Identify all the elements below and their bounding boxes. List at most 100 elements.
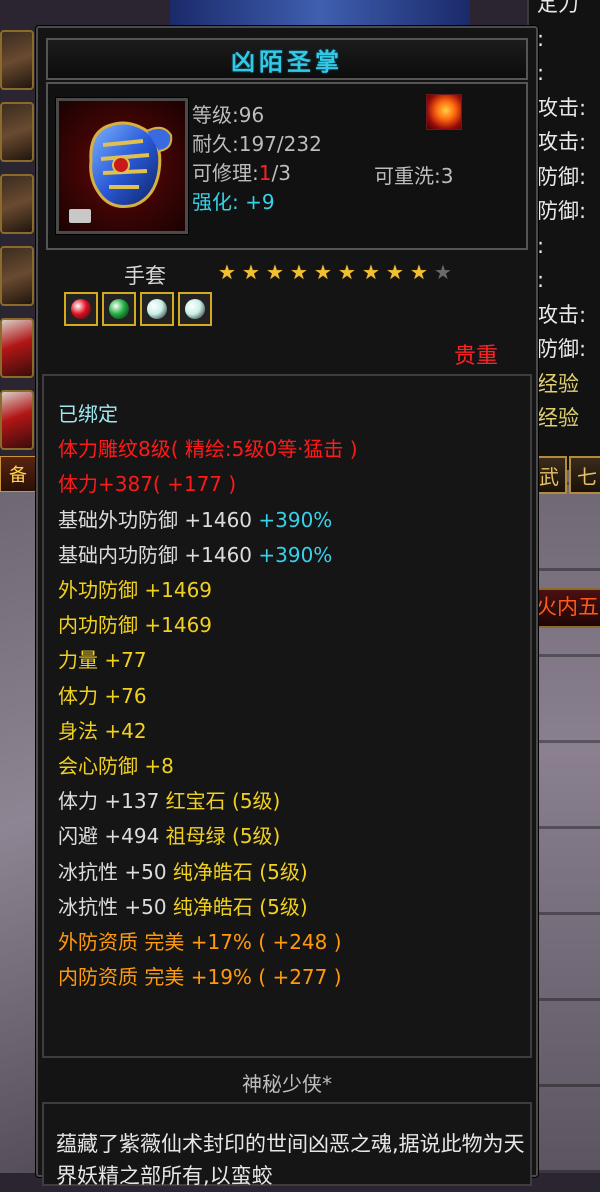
stat-text: 体力+387( +177 ) xyxy=(58,472,237,497)
repair-suffix: /3 xyxy=(271,161,291,185)
equipment-slot[interactable] xyxy=(0,390,34,450)
stat-row-label: : xyxy=(537,268,545,292)
bound-lock-icon xyxy=(69,209,91,223)
star-filled-icon: ★ xyxy=(338,260,356,284)
stat-line: 体力 +137 红宝石 (5级) xyxy=(58,785,280,814)
stat-line: 体力雕纹8级( 精绘:5级0等·猛击 ) xyxy=(58,433,358,462)
star-rating: ★ ★ ★ ★ ★ ★ ★ ★ ★ ★ xyxy=(216,262,454,282)
stat-text: 体力 +137 xyxy=(58,789,160,814)
stat-bonus-percent: +390% xyxy=(252,542,333,567)
stat-row-label: 防御: xyxy=(537,337,587,361)
item-rewash-count: 可重洗:3 xyxy=(374,164,454,188)
stat-line: 外功防御 +1469 xyxy=(58,574,212,603)
stat-text: 基础外功防御 +1460 xyxy=(58,507,253,532)
item-tooltip: 凶陌圣掌 等级:96 耐久:197/232 可修理:1/3 强化: +9 可重洗… xyxy=(36,26,538,1188)
stat-text: 力量 +77 xyxy=(58,648,147,673)
stat-row-label: : xyxy=(537,233,545,258)
stat-row-label: 防御: xyxy=(537,199,587,223)
item-level: 等级:96 xyxy=(192,103,265,127)
stat-text: 冰抗性 +50 xyxy=(58,859,167,884)
diamond-gem-icon xyxy=(147,299,167,319)
repair-used: 1 xyxy=(258,161,272,185)
item-owner: 神秘少侠* xyxy=(242,1072,332,1096)
stat-line: 会心防御 +8 xyxy=(58,750,174,779)
equipment-slot[interactable] xyxy=(0,318,34,378)
gem-slots xyxy=(64,292,212,326)
stone-floor xyxy=(0,470,40,1173)
stat-text: 体力 +76 xyxy=(58,683,147,708)
item-type: 手套 xyxy=(124,264,166,288)
seven-tab-button[interactable]: 七 xyxy=(569,456,600,494)
stat-row-label: : xyxy=(537,26,545,51)
equipment-slot[interactable] xyxy=(0,174,34,234)
item-title-bar: 凶陌圣掌 xyxy=(46,38,528,80)
gem-slot xyxy=(178,292,212,326)
stat-gem-source: 祖母绿 (5级) xyxy=(159,824,281,849)
equipment-slot-column xyxy=(0,30,36,462)
stat-bonus-percent: +390% xyxy=(252,507,333,532)
item-name: 凶陌圣掌 xyxy=(231,47,343,76)
star-filled-icon: ★ xyxy=(290,260,308,284)
stat-text: 身法 +42 xyxy=(58,718,147,743)
star-filled-icon: ★ xyxy=(218,260,236,284)
star-filled-icon: ★ xyxy=(242,260,260,284)
stat-text: 体力雕纹8级( 精绘:5级0等·猛击 ) xyxy=(58,437,358,462)
item-description: 蕴藏了紫薇仙术封印的世间凶恶之魂,据说此物为天界妖精之部所有,以蛮蛟 xyxy=(56,1132,525,1188)
stat-row-label: 经验 xyxy=(537,406,579,430)
stat-text: 会心防御 +8 xyxy=(58,754,174,778)
glove-icon xyxy=(55,97,189,235)
stat-line: 基础内功防御 +1460 +390% xyxy=(58,539,332,568)
star-filled-icon: ★ xyxy=(314,260,332,284)
stat-row-label: 攻击: xyxy=(537,130,587,154)
stat-text: 内功防御 +1469 xyxy=(58,613,213,638)
item-header: 等级:96 耐久:197/232 可修理:1/3 强化: +9 可重洗:3 xyxy=(46,82,528,250)
star-filled-icon: ★ xyxy=(410,260,428,284)
item-stats-list: 已绑定体力雕纹8级( 精绘:5级0等·猛击 ) 体力+387( +177 ) 基础外… xyxy=(42,374,532,1058)
stat-line: 体力+387( +177 ) xyxy=(58,468,236,497)
equipment-tab[interactable]: 备 xyxy=(0,456,36,492)
stat-line: 体力 +76 xyxy=(58,680,147,709)
stat-line: 身法 +42 xyxy=(58,715,147,744)
star-filled-icon: ★ xyxy=(266,260,284,284)
stat-row-label: 经验 xyxy=(537,371,579,396)
stat-gem-source: 纯净皓石 (5级) xyxy=(166,894,308,919)
item-basic-info: 等级:96 耐久:197/232 可修理:1/3 强化: +9 xyxy=(192,102,322,218)
stat-line: 已绑定 xyxy=(58,398,118,427)
stat-gem-source: 红宝石 (5级) xyxy=(159,789,281,814)
stat-text: 已绑定 xyxy=(58,402,118,426)
stat-line: 基础外功防御 +1460 +390% xyxy=(58,504,332,533)
stat-text: 冰抗性 +50 xyxy=(58,894,167,919)
stat-line: 外防资质 完美 +17% ( +248 ) xyxy=(58,926,342,955)
stat-line: 内防资质 完美 +19% ( +277 ) xyxy=(58,961,342,990)
emerald-gem-icon xyxy=(109,299,129,319)
item-repair-count: 可修理:1/3 xyxy=(192,160,322,189)
gem-slot xyxy=(140,292,174,326)
item-enhance: 强化: +9 xyxy=(192,189,322,218)
equipment-slot[interactable] xyxy=(0,30,34,90)
stat-line: 冰抗性 +50 纯净皓石 (5级) xyxy=(58,856,308,885)
stat-row-label: 定力 xyxy=(537,0,579,16)
equipment-slot[interactable] xyxy=(0,246,34,306)
gem-slot xyxy=(64,292,98,326)
stat-text: 闪避 +494 xyxy=(58,824,160,849)
stat-row-label: 防御: xyxy=(537,164,587,189)
repair-prefix: 可修理: xyxy=(192,161,259,185)
fire-attribute-tab[interactable]: 火内五 xyxy=(530,588,600,628)
stat-text: 内防资质 完美 +19% ( +277 ) xyxy=(58,965,342,990)
stat-line: 冰抗性 +50 纯净皓石 (5级) xyxy=(58,891,308,920)
stat-text: 基础内功防御 +1460 xyxy=(58,542,253,567)
stat-line: 内功防御 +1469 xyxy=(58,609,212,638)
enhance-value: +9 xyxy=(245,190,275,214)
gem-slot xyxy=(102,292,136,326)
stat-line: 力量 +77 xyxy=(58,644,147,673)
stat-gem-source: 纯净皓石 (5级) xyxy=(166,859,308,884)
stat-text: 外功防御 +1469 xyxy=(58,578,213,602)
equipment-slot[interactable] xyxy=(0,102,34,162)
stat-row-label: : xyxy=(537,61,545,85)
stat-row-label: 攻击: xyxy=(537,302,587,327)
stat-row-label: 攻击: xyxy=(537,95,587,120)
star-filled-icon: ★ xyxy=(386,260,404,284)
ruby-gem-icon xyxy=(71,299,91,319)
star-empty-icon: ★ xyxy=(434,260,452,284)
diamond-gem-icon xyxy=(185,299,205,319)
